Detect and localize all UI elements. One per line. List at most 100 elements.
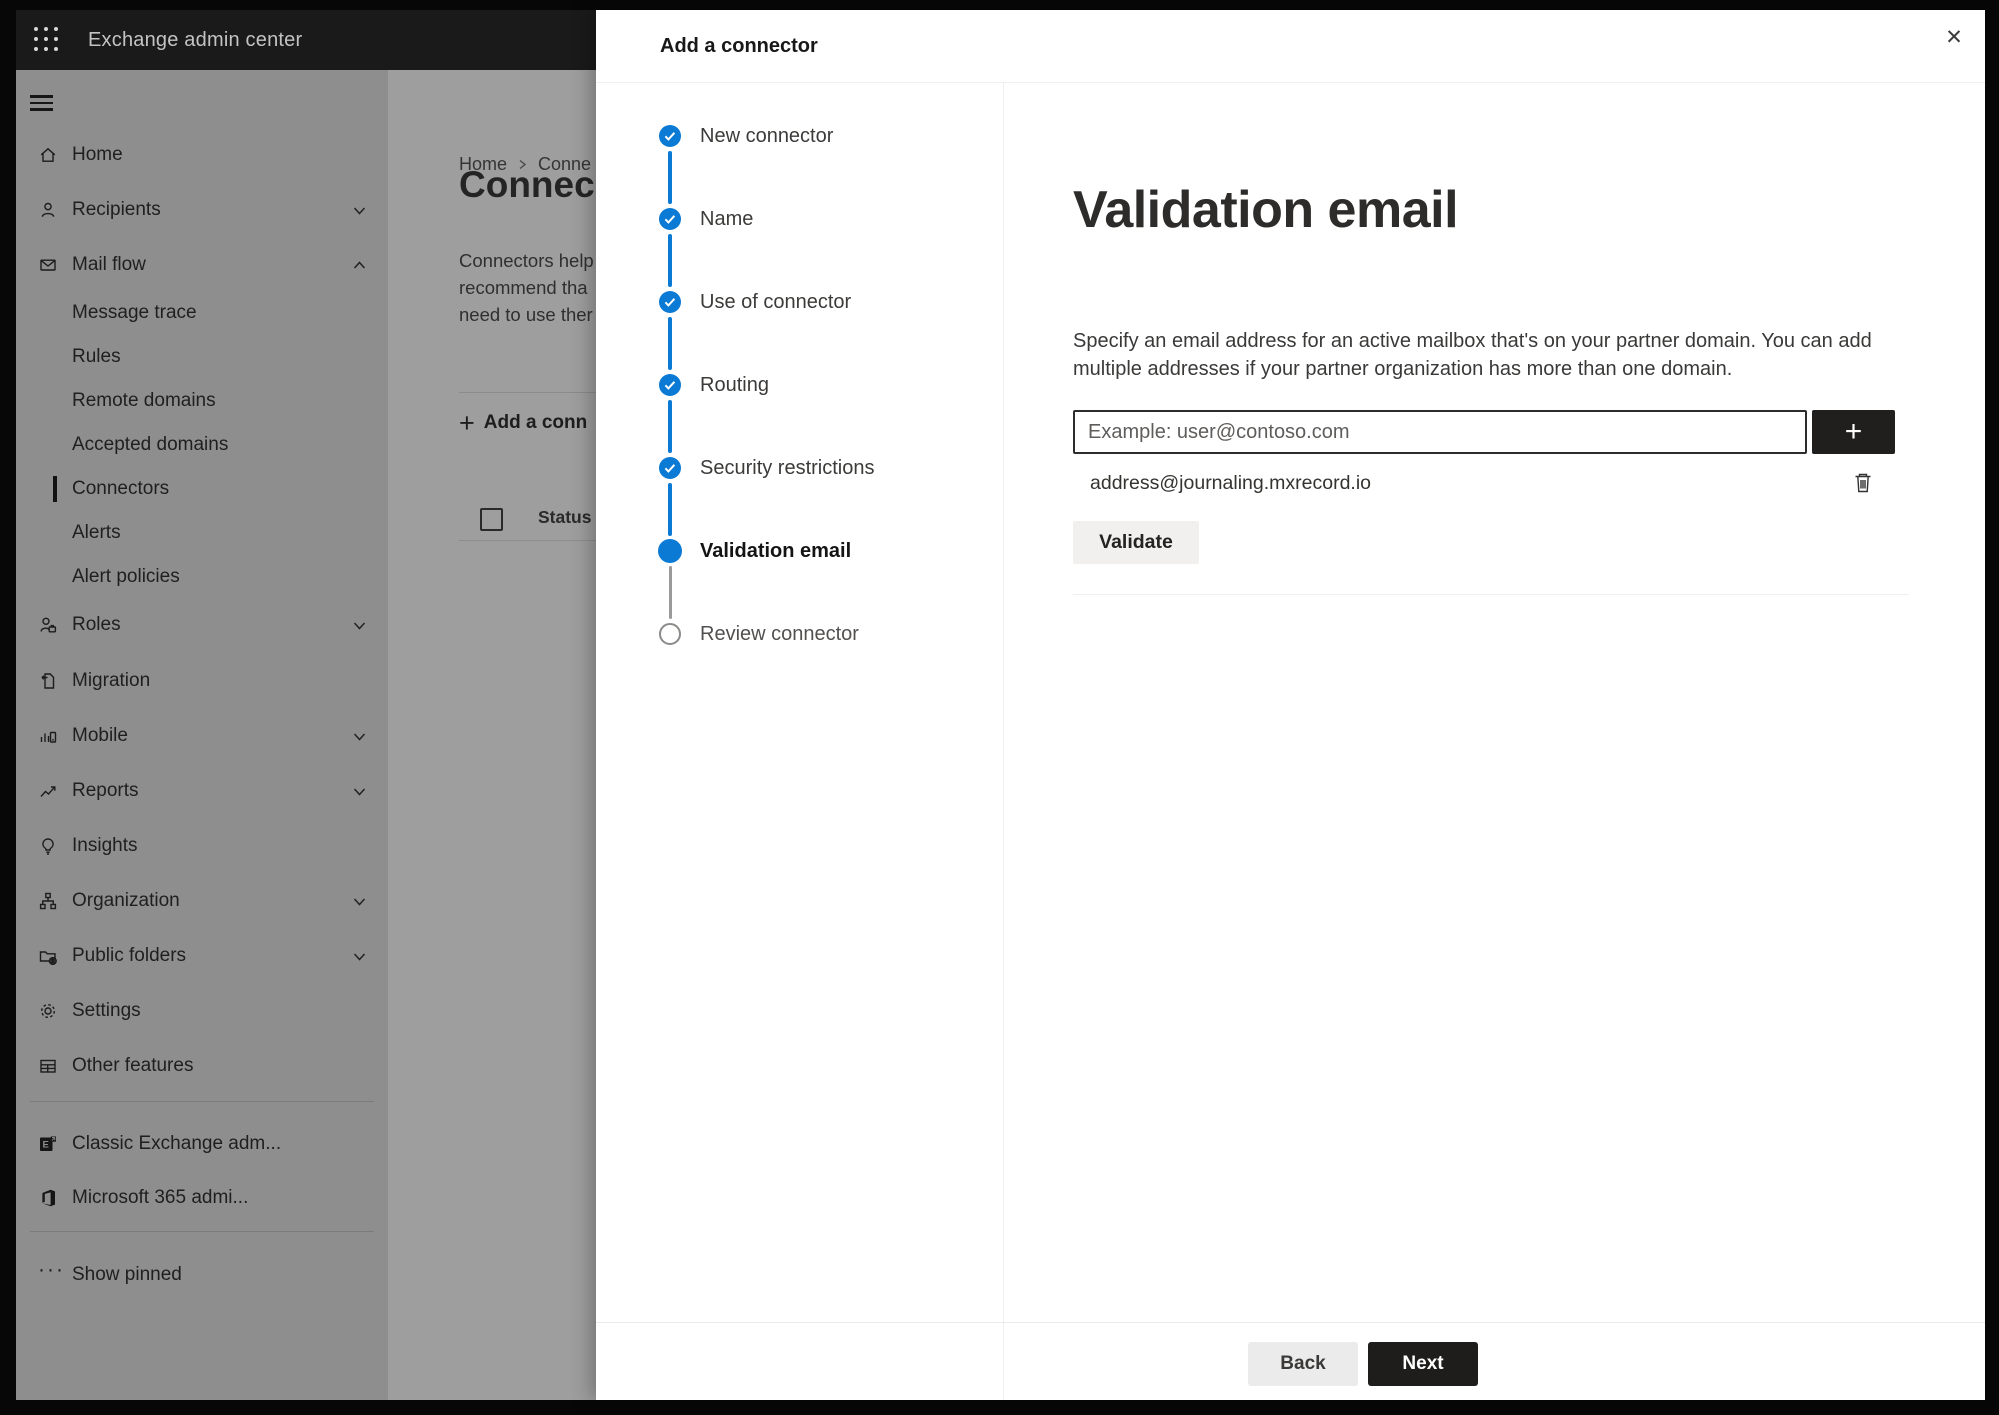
page-title: Connec [459,164,595,205]
sidebar-item-label: Alert policies [72,566,180,587]
sidebar-item-label: Message trace [72,302,197,323]
sidebar-item-other-features[interactable]: Other features [16,1048,388,1084]
delete-address-icon[interactable] [1850,470,1876,496]
sidebar-item-migration[interactable]: Migration [16,663,388,699]
sidebar-item-alerts[interactable]: Alerts [16,515,388,551]
sidebar-item-reports[interactable]: Reports [16,773,388,809]
sidebar-item-home[interactable]: Home [16,137,388,173]
sidebar-item-label: Settings [72,1000,141,1021]
roles-icon [38,615,58,635]
step-connector-line [668,151,672,204]
person-icon [38,200,58,220]
sidebar-item-classic-exchange-admin[interactable]: E Classic Exchange adm... [16,1126,388,1162]
home-icon [38,145,58,165]
dialog-footer-divider [596,1322,1985,1323]
step-connector-line [668,317,672,370]
validate-button[interactable]: Validate [1073,521,1199,564]
wizard-steps: New connector Name Use of connector Rout… [596,83,1004,1400]
sidebar-item-label: Classic Exchange adm... [72,1133,282,1154]
app-launcher-icon[interactable] [32,25,62,55]
reports-icon [38,781,58,801]
lightbulb-icon [38,836,58,856]
dialog-title: Add a connector [660,35,818,57]
sidebar-item-label: Mobile [72,725,128,746]
plus-icon: + [459,408,475,438]
checkmark-icon [664,215,676,224]
gear-icon [38,1001,58,1021]
sidebar-item-label: Roles [72,614,121,635]
svg-text:E: E [43,1140,49,1151]
close-icon[interactable]: ✕ [1939,23,1969,53]
sidebar-divider [30,1231,374,1232]
sidebar-item-insights[interactable]: Insights [16,828,388,864]
sidebar-item-label: Organization [72,890,180,911]
select-all-checkbox[interactable] [480,508,503,531]
mobile-icon [38,726,58,746]
sidebar-item-mail-flow[interactable]: Mail flow [16,247,388,283]
back-button[interactable]: Back [1248,1342,1358,1386]
microsoft365-logo-icon [38,1188,58,1208]
dialog-header: Add a connector ✕ [596,10,1985,83]
sidebar-item-label: Migration [72,670,151,691]
chevron-down-icon [352,894,367,909]
sidebar-item-label: Other features [72,1055,194,1076]
sidebar-item-alert-policies[interactable]: Alert policies [16,559,388,595]
add-connector-dialog: Add a connector ✕ New connector Name Use… [596,10,1985,1400]
mail-icon [38,255,58,275]
step-connector-line [668,566,672,619]
checkmark-icon [664,381,676,390]
exchange-logo-icon: E [38,1134,58,1154]
sidebar-item-roles[interactable]: Roles [16,607,388,643]
address-list-divider [1073,594,1909,595]
sidebar-item-label: Recipients [72,199,161,220]
step-connector-line [668,483,672,536]
address-list-item: address@journaling.mxrecord.io [1073,463,1909,503]
checkmark-icon [664,464,676,473]
sidebar-item-accepted-domains[interactable]: Accepted domains [16,427,388,463]
sidebar-item-label: Alerts [72,522,121,543]
step-connector-line [668,234,672,287]
grid-table-icon [38,1056,58,1076]
checkmark-icon [664,132,676,141]
sidebar-item-label: Public folders [72,945,187,966]
hamburger-menu-icon[interactable] [28,89,60,117]
add-address-button[interactable]: + [1812,410,1895,454]
sidebar-item-connectors[interactable]: Connectors [16,471,388,507]
sidebar-item-message-trace[interactable]: Message trace [16,295,388,331]
sidebar-item-rules[interactable]: Rules [16,339,388,375]
sidebar-item-label: Remote domains [72,390,216,411]
folder-globe-icon [38,946,58,966]
left-navigation: Home Recipients Mail flow Message trace … [16,70,388,1400]
sidebar-item-label: Mail flow [72,254,146,275]
next-button[interactable]: Next [1368,1342,1478,1386]
step-connector-line [668,400,672,453]
sidebar-item-label: Reports [72,780,139,801]
chevron-down-icon [352,618,367,633]
sidebar-item-label: Insights [72,835,138,856]
step-current-icon [658,539,682,563]
chevron-up-icon [352,258,367,273]
checkmark-icon [664,298,676,307]
sidebar-item-organization[interactable]: Organization [16,883,388,919]
sidebar-item-label: Accepted domains [72,434,229,455]
org-chart-icon [38,891,58,911]
validation-email-input[interactable] [1073,410,1807,454]
add-connector-button[interactable]: + Add a conn [459,408,587,438]
sidebar-item-label: Home [72,144,123,165]
sidebar-item-label: Connectors [72,478,170,499]
status-column-header[interactable]: Status [538,507,591,528]
migration-icon [38,671,58,691]
sidebar-item-mobile[interactable]: Mobile [16,718,388,754]
ellipsis-icon: ··· [38,1258,65,1281]
sidebar-item-public-folders[interactable]: Public folders [16,938,388,974]
sidebar-item-remote-domains[interactable]: Remote domains [16,383,388,419]
sidebar-item-label: Show pinned [72,1264,182,1285]
sidebar-item-label: Microsoft 365 admi... [72,1187,249,1208]
sidebar-divider [30,1101,374,1102]
sidebar-item-label: Rules [72,346,121,367]
step-heading: Validation email [1073,181,1459,239]
sidebar-item-show-pinned[interactable]: ··· Show pinned [16,1257,388,1293]
sidebar-item-recipients[interactable]: Recipients [16,192,388,228]
sidebar-item-microsoft-365-admin[interactable]: Microsoft 365 admi... [16,1180,388,1216]
sidebar-item-settings[interactable]: Settings [16,993,388,1029]
